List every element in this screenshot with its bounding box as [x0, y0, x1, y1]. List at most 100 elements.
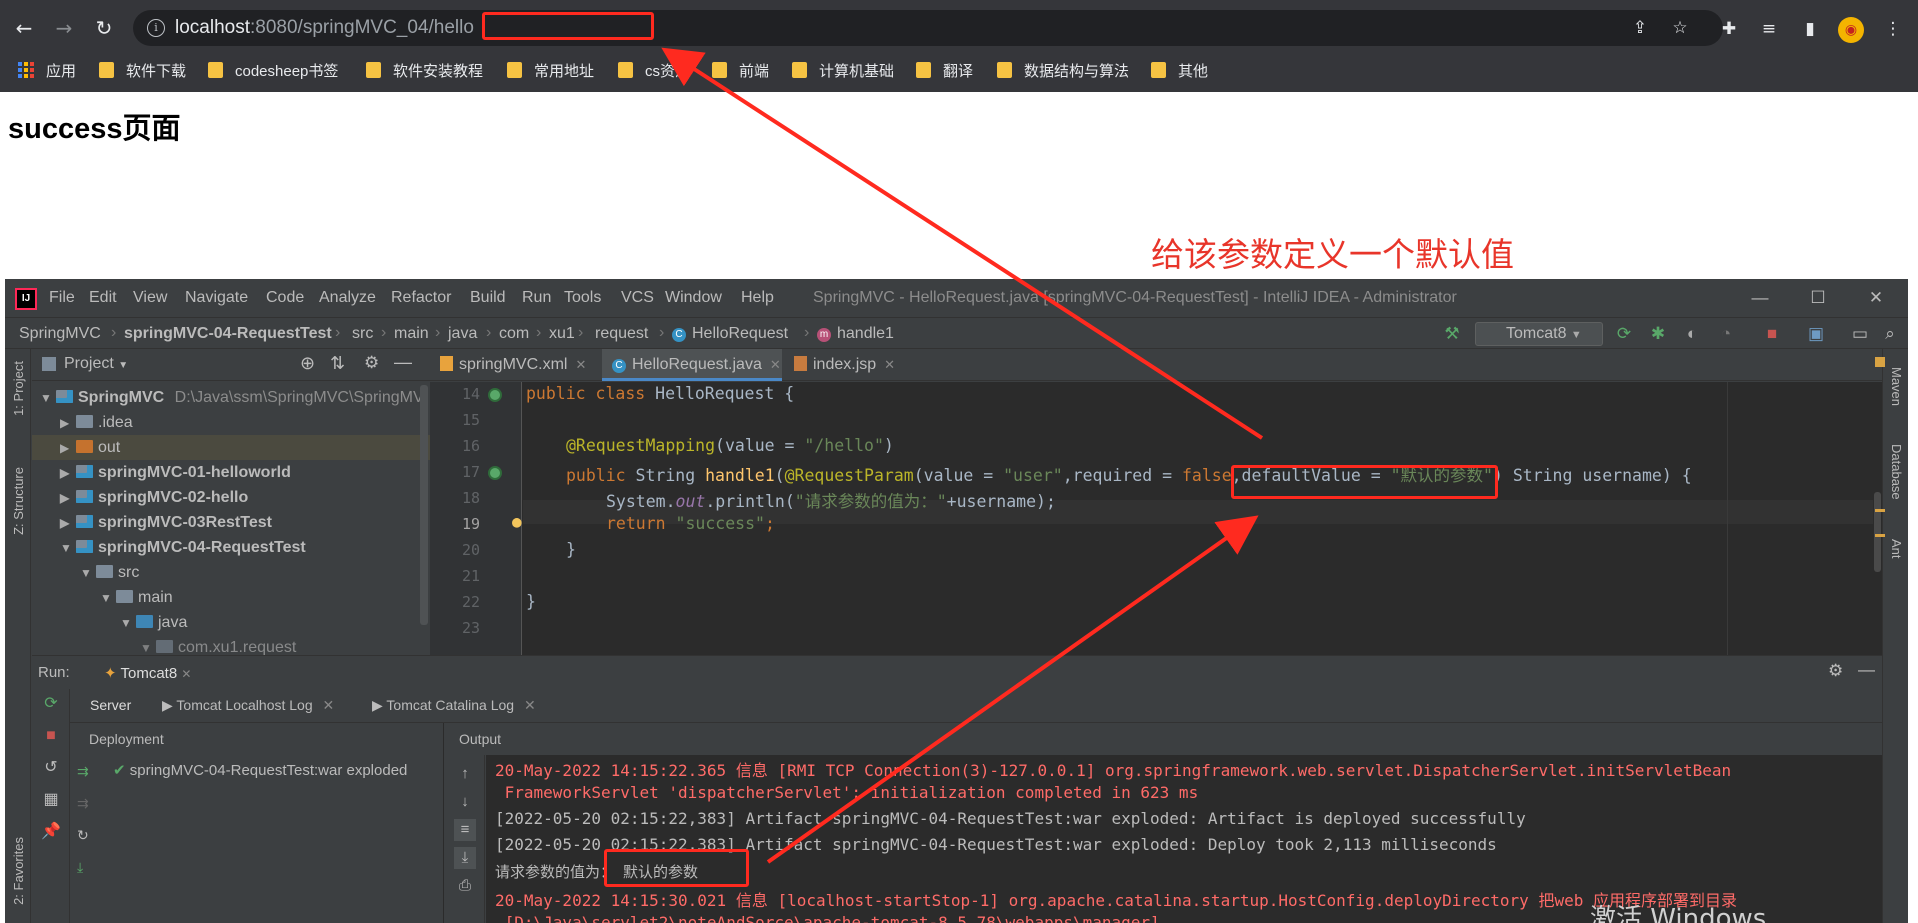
spring-mapping-icon[interactable] [488, 466, 502, 480]
pin-icon[interactable]: 📌 [40, 821, 62, 843]
locate-icon[interactable]: ⊕ [300, 353, 315, 374]
breadcrumb-item[interactable]: request [595, 325, 648, 343]
share-icon[interactable]: ⇪ [1628, 16, 1652, 40]
tab-localhost-log[interactable]: ▶ Tomcat Localhost Log ✕ [162, 697, 334, 714]
error-stripe-marks[interactable] [1875, 509, 1885, 537]
profile-avatar[interactable]: ◉ [1838, 17, 1864, 43]
menu-vcs[interactable]: VCS [621, 289, 654, 307]
tab-catalina-log[interactable]: ▶ Tomcat Catalina Log ✕ [372, 697, 536, 714]
menu-icon[interactable]: ⋮ [1880, 16, 1906, 42]
tab-index-jsp[interactable]: index.jsp ✕ [784, 349, 904, 381]
bookmark-folder[interactable]: 翻译 [916, 58, 973, 82]
restore-layout-icon[interactable]: ↺ [40, 757, 62, 779]
menu-refactor[interactable]: Refactor [391, 289, 451, 307]
bookmark-star-icon[interactable]: ☆ [1668, 16, 1692, 40]
tree-node[interactable]: ▶ out [32, 435, 430, 460]
maven-tool-tab[interactable]: Maven [1889, 367, 1904, 406]
maximize-icon[interactable]: ☐ [1807, 287, 1829, 309]
close-icon[interactable]: ✕ [1865, 287, 1887, 309]
hide-icon[interactable]: — [1858, 660, 1875, 680]
minimize-icon[interactable]: — [1749, 287, 1771, 309]
bookmark-folder[interactable]: codesheep书签 [208, 58, 338, 82]
close-tab-icon[interactable]: ✕ [181, 667, 191, 681]
bookmark-folder[interactable]: 前端 [712, 58, 769, 82]
side-panel-icon[interactable]: ▮ [1797, 16, 1823, 42]
tab-server[interactable]: Server [90, 697, 131, 713]
undeploy-icon[interactable]: ⇉ [77, 795, 89, 812]
close-tab-icon[interactable]: ✕ [323, 697, 335, 713]
tree-node[interactable]: ▶ .idea [32, 410, 430, 435]
menu-build[interactable]: Build [470, 289, 506, 307]
print-icon[interactable]: ⎙ [454, 875, 476, 897]
run-config-dropdown[interactable]: Tomcat8 ▼ [1475, 322, 1603, 346]
project-structure-icon[interactable]: ▣ [1805, 323, 1827, 345]
tab-hellorequest-java[interactable]: C HelloRequest.java ✕ [602, 349, 782, 381]
breadcrumb-item[interactable]: com [499, 325, 529, 343]
up-arrow-icon[interactable]: ↑ [454, 763, 476, 785]
extensions-icon[interactable]: ✚ [1716, 16, 1742, 42]
breadcrumb-item[interactable]: java [448, 325, 477, 343]
refresh-icon[interactable]: ↻ [77, 827, 89, 844]
gear-icon[interactable]: ⚙ [1828, 661, 1843, 681]
breadcrumb-item[interactable]: springMVC-04-RequestTest [124, 325, 332, 343]
tree-node[interactable]: ▶ springMVC-02-hello [32, 485, 430, 510]
project-tool-tab[interactable]: 1: Project [11, 361, 26, 416]
close-tab-icon[interactable]: ✕ [884, 357, 895, 372]
deploy-icon[interactable]: ⇉ [77, 763, 89, 780]
breadcrumb-item[interactable]: main [394, 325, 429, 343]
gear-icon[interactable]: ⚙ [364, 353, 379, 373]
tree-node[interactable]: ▼ src [32, 560, 430, 585]
structure-tool-tab[interactable]: Z: Structure [11, 467, 26, 535]
run-tab-tomcat8[interactable]: ✦ Tomcat8 ✕ [104, 664, 191, 682]
database-tool-tab[interactable]: Database [1889, 444, 1904, 500]
debug-icon[interactable]: ✱ [1647, 323, 1669, 345]
bookmark-folder[interactable]: cs资源 [618, 58, 690, 82]
close-tab-icon[interactable]: ✕ [524, 697, 536, 713]
breadcrumb-item[interactable]: SpringMVC [19, 325, 101, 343]
tree-node[interactable]: ▶ springMVC-03RestTest [32, 510, 430, 535]
close-tab-icon[interactable]: ✕ [770, 357, 781, 372]
bookmark-folder[interactable]: 常用地址 [507, 58, 594, 82]
tree-root[interactable]: ▼ SpringMVC D:\Java\ssm\SpringMVC\SpringM… [32, 385, 430, 410]
download-icon[interactable]: ⤓ [77, 859, 83, 876]
deployment-item[interactable]: ✔ springMVC-04-RequestTest:war exploded [113, 761, 407, 779]
reading-list-icon[interactable]: ≡ [1756, 16, 1782, 42]
tree-node[interactable]: ▼ springMVC-04-RequestTest [32, 535, 430, 560]
menu-window[interactable]: Window [665, 289, 722, 307]
back-icon[interactable]: ← [10, 14, 38, 42]
breadcrumb-method[interactable]: m handle1 [817, 325, 894, 343]
close-tab-icon[interactable]: ✕ [575, 357, 586, 372]
bookmark-folder[interactable]: 数据结构与算法 [997, 58, 1129, 82]
coverage-icon[interactable]: ◐ [1681, 323, 1703, 345]
favorites-tool-tab[interactable]: 2: Favorites [11, 837, 26, 905]
menu-run[interactable]: Run [522, 289, 551, 307]
forward-icon[interactable]: → [50, 14, 78, 42]
tree-node[interactable]: ▶ springMVC-01-helloworld [32, 460, 430, 485]
rerun-icon[interactable]: ⟳ [1613, 323, 1635, 345]
tree-node[interactable]: ▼ main [32, 585, 430, 610]
menu-code[interactable]: Code [266, 289, 304, 307]
down-arrow-icon[interactable]: ↓ [454, 791, 476, 813]
bookmark-folder[interactable]: 软件下载 [99, 58, 186, 82]
lightbulb-icon[interactable]: ● [512, 512, 522, 531]
bookmark-folder[interactable]: 其他 [1151, 58, 1208, 82]
terminal-icon[interactable]: ▭ [1849, 323, 1871, 345]
menu-help[interactable]: Help [741, 289, 774, 307]
menu-edit[interactable]: Edit [89, 289, 117, 307]
layout-icon[interactable]: ▦ [40, 789, 62, 811]
hide-icon[interactable]: — [394, 352, 412, 373]
url-text[interactable]: localhost:8080/springMVC_04/hello [175, 17, 474, 39]
warning-marker[interactable] [1875, 357, 1885, 367]
ant-tool-tab[interactable]: Ant [1889, 539, 1904, 559]
profiler-icon[interactable]: ◔ [1715, 323, 1737, 345]
stop-icon[interactable]: ■ [1761, 323, 1783, 345]
menu-tools[interactable]: Tools [564, 289, 601, 307]
menu-file[interactable]: File [49, 289, 75, 307]
stop-icon[interactable]: ■ [40, 725, 62, 747]
bookmark-apps[interactable]: 应用 [18, 58, 76, 82]
site-info-icon[interactable]: i [147, 19, 165, 37]
collapse-icon[interactable]: ⇅ [330, 353, 345, 374]
code-editor[interactable]: 14 15 16 17 18 19 20 21 22 23 ● public c… [430, 382, 1882, 655]
scrollbar[interactable] [420, 385, 428, 625]
address-bar[interactable]: i localhost:8080/springMVC_04/hello ⇪ ☆ [133, 10, 1723, 46]
